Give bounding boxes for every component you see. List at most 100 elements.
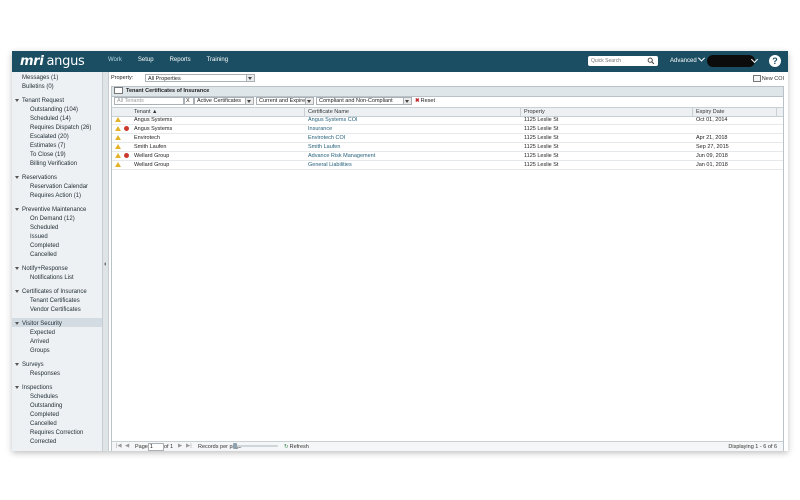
sidebar-item-schedules[interactable]: Schedules [30,394,58,400]
sidebar-item-pm-cancelled[interactable]: Cancelled [30,252,57,258]
sidebar-group-inspections[interactable]: Inspections [15,385,52,391]
sidebar-item-insp-cancelled[interactable]: Cancelled [30,421,57,427]
search-icon[interactable] [647,57,655,65]
sidebar-item-bulletins[interactable]: Bulletins (0) [22,84,54,90]
sidebar-item-corrected[interactable]: Corrected [30,439,56,445]
period-select[interactable]: Current and Expired [256,97,314,105]
logo-angus: angus [46,54,85,69]
sidebar-group-notify-response[interactable]: Notify+Response [15,266,68,272]
certificate-status-select[interactable]: Active Certificates [194,97,254,105]
panel-title: Tenant Certificates of Insurance [126,88,210,94]
sidebar-item-messages[interactable]: Messages (1) [22,75,58,81]
sidebar-item-notifications-list[interactable]: Notifications List [30,275,74,281]
filter-bar: All Tenants X Active Certificates Curren… [112,97,783,106]
compliance-select[interactable]: Compliant and Non-Compliant [316,97,412,105]
property-value: All Properties [148,76,181,82]
sidebar-group-surveys[interactable]: Surveys [15,362,44,368]
sidebar-item-scheduled[interactable]: Scheduled (14) [30,116,71,122]
quick-search-input[interactable] [588,57,650,65]
col-certificate-name[interactable]: Certificate Name [308,109,349,115]
sidebar-group-visitor-security[interactable]: Visitor Security [15,321,62,327]
property-select[interactable]: All Properties [145,74,255,82]
sidebar-item-outstanding[interactable]: Outstanding (104) [30,107,78,113]
first-page-icon[interactable]: |◀ [116,443,122,449]
sidebar-item-pm-issued[interactable]: Issued [30,234,48,240]
mri-angus-logo[interactable]: mri angus [20,54,85,69]
dropdown-arrow-icon[interactable] [245,98,253,104]
sidebar-item-to-close[interactable]: To Close (19) [30,152,66,158]
cell-expiry: Apr 21, 2018 [696,135,728,141]
sidebar-item-requires-action[interactable]: Requires Action (1) [30,193,81,199]
table-row[interactable]: Angus Systems Angus Systems COI 1125 Les… [112,116,783,125]
col-expiry-date[interactable]: Expiry Date [696,109,724,115]
cell-certificate-link[interactable]: Advance Risk Management [308,153,375,159]
sidebar-item-groups[interactable]: Groups [30,348,50,354]
refresh-button[interactable]: ↻Refresh [284,444,309,450]
sidebar-item-tenant-certificates[interactable]: Tenant Certificates [30,298,80,304]
chevron-down-icon [697,54,705,62]
new-coi-button[interactable]: New COI [752,75,784,82]
cell-certificate-link[interactable]: Envirotech COI [308,135,345,141]
table-row[interactable]: Smith Laufen Smith Laufen 1125 Leslie St… [112,143,783,152]
dropdown-arrow-icon[interactable] [246,75,254,81]
sidebar-group-certificates-of-insurance[interactable]: Certificates of Insurance [15,289,87,295]
nav-setup[interactable]: Setup [138,57,154,63]
sidebar-item-vendor-certificates[interactable]: Vendor Certificates [30,307,81,313]
new-coi-label: New COI [761,75,784,82]
prev-page-icon[interactable]: ◀ [125,443,129,449]
cell-certificate-link[interactable]: Angus Systems COI [308,117,358,123]
help-icon[interactable]: ? [769,55,781,67]
sidebar-item-responses[interactable]: Responses [30,371,60,377]
table-row[interactable]: Wellard Group General Liabilities 1125 L… [112,161,783,170]
displaying-count: Displaying 1 - 6 of 6 [728,443,777,450]
sidebar-item-pm-scheduled[interactable]: Scheduled [30,225,58,231]
sidebar-item-requires-dispatch[interactable]: Requires Dispatch (26) [30,125,91,131]
sidebar-item-escalated[interactable]: Escalated (20) [30,134,69,140]
cell-expiry: Jan 01, 2018 [696,162,728,168]
group-title: Reservations [22,175,58,181]
nav-reports[interactable]: Reports [170,57,191,63]
sidebar-item-reservation-calendar[interactable]: Reservation Calendar [30,184,88,190]
sidebar-group-preventive-maintenance[interactable]: Preventive Maintenance [15,207,86,213]
sidebar-item-estimates[interactable]: Estimates (7) [30,143,65,149]
next-page-icon[interactable]: ▶ [178,443,182,449]
col-property[interactable]: Property [524,109,545,115]
last-page-icon[interactable]: ▶| [186,443,192,449]
records-per-page-slider[interactable] [233,443,278,449]
page-number-input[interactable] [148,443,164,451]
nav-training[interactable]: Training [207,57,228,63]
cell-certificate-link[interactable]: Insurance [308,126,332,132]
slider-handle[interactable] [233,443,237,449]
reset-x-icon: ✖ [415,98,420,104]
nav-work[interactable]: Work [108,57,122,63]
user-name-redacted[interactable] [707,55,755,67]
reset-button[interactable]: ✖Reset [415,97,435,105]
collapse-triangle-icon [15,362,19,366]
sidebar-item-arrived[interactable]: Arrived [30,339,49,345]
table-row[interactable]: Envirotech Envirotech COI 1125 Leslie St… [112,134,783,143]
advanced-menu[interactable]: Advanced [670,54,705,64]
cell-property: 1125 Leslie St [524,162,559,168]
table-row[interactable]: Wellard Group Advance Risk Management 11… [112,152,783,161]
tenant-filter-input[interactable]: All Tenants [114,97,184,105]
sidebar-item-insp-outstanding[interactable]: Outstanding [30,403,62,409]
collapse-triangle-icon [15,175,19,179]
cell-tenant: Smith Laufen [134,144,167,150]
sidebar-group-reservations[interactable]: Reservations [15,175,57,181]
sidebar-group-tenant-request[interactable]: Tenant Request [15,98,64,104]
new-document-icon [752,75,761,82]
dropdown-arrow-icon[interactable] [305,98,313,104]
sidebar-item-billing-verification[interactable]: Billing Verification [30,161,77,167]
cell-certificate-link[interactable]: Smith Laufen [308,144,340,150]
sidebar-item-on-demand[interactable]: On Demand (12) [30,216,75,222]
sidebar-item-expected[interactable]: Expected [30,330,55,336]
app-window: mri angus Work Setup Reports Training Ad… [12,51,788,451]
cell-certificate-link[interactable]: General Liabilities [308,162,352,168]
table-row[interactable]: Angus Systems Insurance 1125 Leslie St [112,125,783,134]
sidebar-item-insp-completed[interactable]: Completed [30,412,59,418]
sidebar-item-pm-completed[interactable]: Completed [30,243,59,249]
dropdown-arrow-icon[interactable] [403,98,411,104]
col-tenant[interactable]: Tenant ▲ [134,109,158,115]
sidebar-item-requires-correction[interactable]: Requires Correction [30,430,83,436]
tenant-filter-clear[interactable]: X [184,97,194,105]
